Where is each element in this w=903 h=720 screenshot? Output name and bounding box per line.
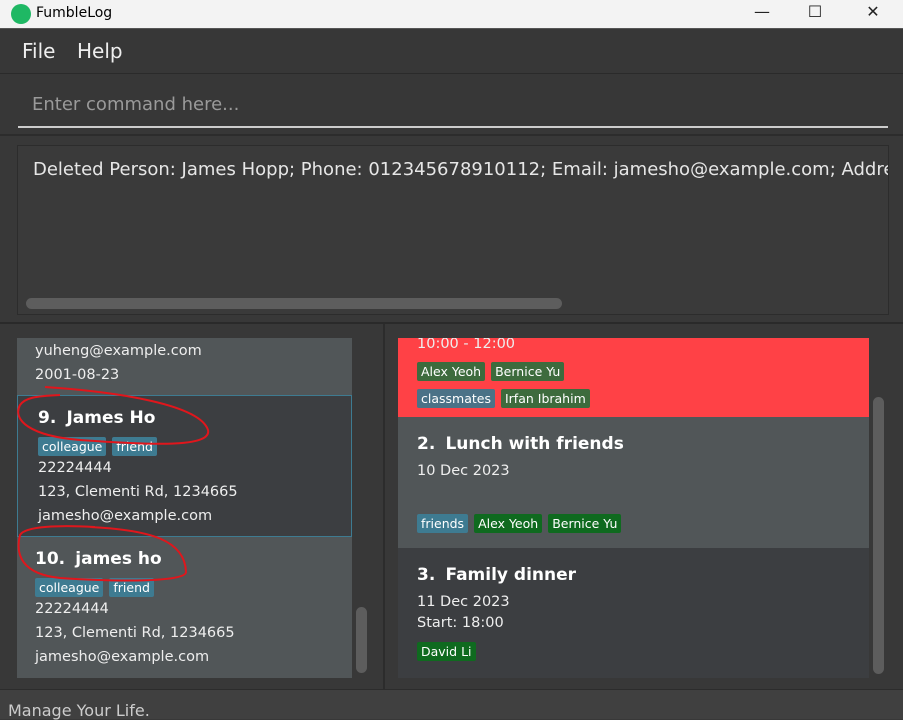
person-address: 123, Clementi Rd, 1234665 (38, 484, 238, 500)
command-area (0, 74, 903, 136)
result-display: Deleted Person: James Hopp; Phone: 01234… (17, 145, 889, 315)
event-index: 3. (417, 565, 436, 585)
person-email: yuheng@example.com (35, 343, 202, 359)
tag-colleague: colleague (38, 437, 107, 456)
person-phone: 22224444 (38, 460, 112, 476)
person-card[interactable]: 10. james ho colleague friend 22224444 12… (17, 537, 352, 678)
menu-help[interactable]: Help (77, 39, 123, 63)
event-list-scrollbar[interactable] (873, 397, 884, 674)
event-card[interactable]: 3. Family dinner 11 Dec 2023 Start: 18:0… (398, 548, 869, 678)
event-card-highlighted[interactable]: 10:00 - 12:00 Alex Yeoh Bernice Yu classm… (398, 338, 869, 417)
tag-person: Bernice Yu (491, 362, 565, 381)
tag-group: classmates (417, 389, 495, 408)
event-name: Lunch with friends (445, 434, 624, 454)
event-time: 10:00 - 12:00 (417, 338, 516, 352)
tag-person: Bernice Yu (548, 514, 622, 533)
horizontal-scrollbar[interactable] (26, 298, 562, 309)
person-name: james ho (75, 549, 162, 569)
event-card[interactable]: 2. Lunch with friends 10 Dec 2023 friend… (398, 417, 869, 548)
status-text: Manage Your Life. (8, 701, 150, 720)
tag-friend: friend (112, 437, 157, 456)
result-text: Deleted Person: James Hopp; Phone: 01234… (33, 159, 889, 180)
close-button[interactable]: ✕ (848, 0, 898, 28)
person-card[interactable]: yuheng@example.com 2001-08-23 (17, 338, 352, 395)
person-email: jamesho@example.com (38, 508, 213, 524)
tag-person: David Li (417, 642, 476, 661)
person-index: 10. (35, 549, 66, 569)
event-start-time: Start: 18:00 (417, 615, 504, 631)
app-logo-icon (11, 4, 31, 24)
event-name: Family dinner (445, 565, 577, 585)
tag-group: friends (417, 514, 469, 533)
tag-person: Alex Yeoh (474, 514, 543, 533)
maximize-button[interactable]: ☐ (790, 0, 840, 28)
minimize-button[interactable]: — (737, 0, 787, 28)
tag-person: Irfan Ibrahim (500, 389, 590, 408)
tag-person: Alex Yeoh (417, 362, 486, 381)
main-split: yuheng@example.com 2001-08-23 9. James H… (0, 322, 903, 691)
person-card-selected[interactable]: 9. James Ho colleague friend 22224444 123… (17, 395, 352, 537)
event-index: 2. (417, 434, 436, 454)
person-name: James Ho (66, 408, 156, 428)
tag-friend: friend (109, 578, 154, 597)
person-address: 123, Clementi Rd, 1234665 (35, 625, 235, 641)
event-date: 10 Dec 2023 (417, 463, 510, 479)
person-phone: 22224444 (35, 601, 109, 617)
status-bar: Manage Your Life. (0, 689, 903, 720)
person-birthday: 2001-08-23 (35, 367, 120, 383)
person-list-scrollbar[interactable] (356, 607, 367, 673)
window-title: FumbleLog (36, 5, 113, 21)
menu-bar: File Help (0, 28, 903, 74)
person-email: jamesho@example.com (35, 649, 210, 665)
command-input[interactable] (18, 82, 888, 128)
person-index: 9. (38, 408, 57, 428)
split-divider[interactable] (383, 324, 385, 691)
event-date: 11 Dec 2023 (417, 594, 510, 610)
title-bar: FumbleLog — ☐ ✕ (0, 0, 903, 28)
menu-file[interactable]: File (22, 39, 55, 63)
tag-colleague: colleague (35, 578, 104, 597)
